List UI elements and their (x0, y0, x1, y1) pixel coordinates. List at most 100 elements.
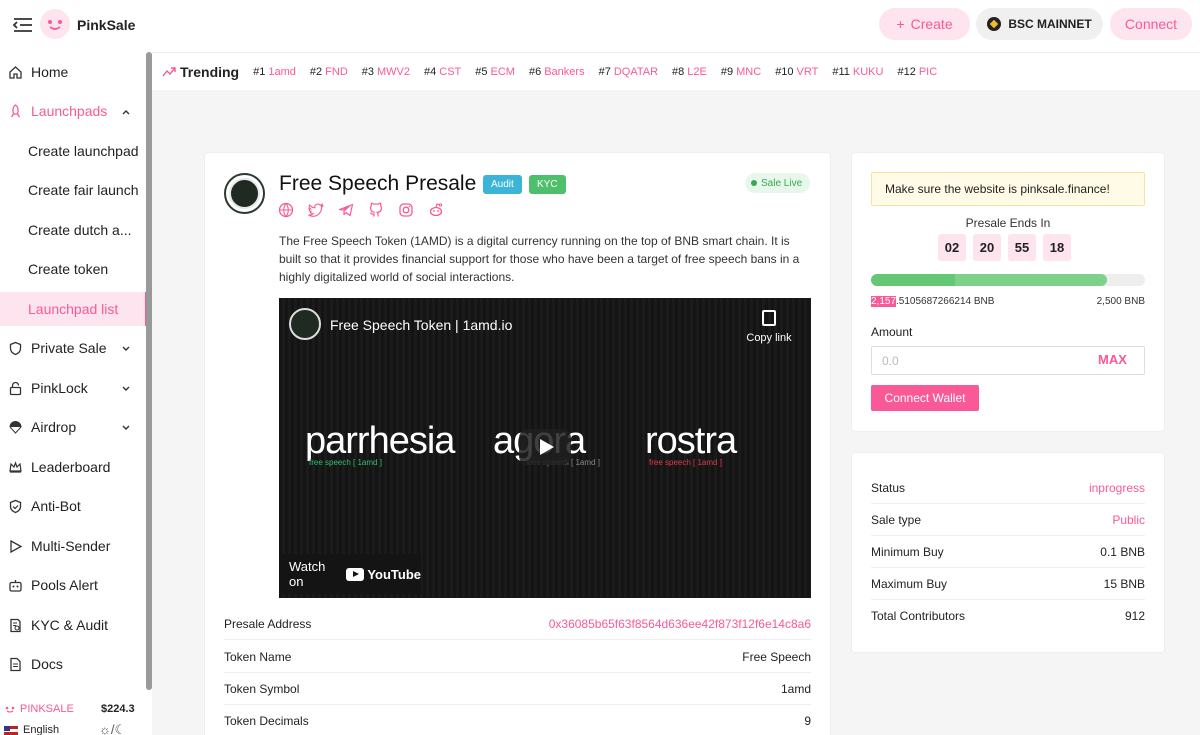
trending-bar: Trending #1 1amd #2 FND #3 MWV2 #4 CST #5 ECM… (152, 52, 1200, 90)
sidebar-item-create-launchpad[interactable]: Create launchpad (0, 134, 146, 168)
chevron-down-icon (120, 382, 132, 394)
telegram-icon[interactable] (338, 202, 354, 218)
countdown-seconds: 18 (1043, 234, 1071, 261)
sidebar-item-label: Airdrop (31, 419, 77, 435)
sun-icon: ☼ (99, 722, 111, 735)
network-selector-button[interactable]: BSC MAINNET (976, 8, 1103, 40)
stat-row-total-contributors: Total Contributors 912 (871, 600, 1145, 632)
sidebar-item-private-sale[interactable]: Private Sale (0, 331, 146, 365)
sidebar-item-pools-alert[interactable]: Pools Alert (0, 568, 146, 602)
status-badge: Sale Live (745, 173, 811, 193)
sidebar-item-pinklock[interactable]: PinkLock (0, 371, 146, 405)
document-check-icon (8, 618, 23, 633)
watch-on-youtube-button[interactable]: Watch on YouTube (279, 554, 421, 594)
sidebar-item-label: KYC & Audit (31, 617, 109, 633)
sidebar-item-kyc-audit[interactable]: KYC & Audit (0, 608, 146, 642)
menu-toggle-icon[interactable] (12, 14, 34, 36)
send-icon (8, 539, 23, 554)
presale-address-link[interactable]: 0x36085b65f63f8564d636ee42f873f12f6e14c8… (549, 617, 811, 631)
stat-row-minimum-buy: Minimum Buy 0.1 BNB (871, 536, 1145, 568)
trending-item[interactable]: #4 CST (424, 66, 461, 78)
create-button[interactable]: + Create (879, 8, 970, 40)
project-logo-icon (229, 178, 260, 209)
document-icon (8, 657, 23, 672)
language-label: English (23, 724, 60, 735)
trending-item[interactable]: #10 VRT (775, 66, 818, 78)
create-button-label: Create (910, 16, 953, 32)
parrhesia-logo: parrhesia (305, 420, 455, 462)
play-button[interactable] (519, 429, 571, 465)
pinksale-token-link[interactable]: PINKSALE (4, 703, 74, 715)
project-avatar (224, 173, 265, 214)
info-value: Free Speech (742, 649, 811, 664)
channel-avatar[interactable] (289, 308, 321, 340)
github-icon[interactable] (368, 202, 384, 218)
sidebar-scrollbar[interactable] (146, 52, 152, 690)
sidebar-item-multi-sender[interactable]: Multi-Sender (0, 529, 146, 563)
trending-item[interactable]: #6 Bankers (529, 66, 585, 78)
youtube-logo: YouTube (346, 567, 421, 582)
trending-item[interactable]: #11 KUKU (832, 66, 883, 78)
youtube-icon (346, 567, 365, 581)
max-button[interactable]: MAX (1098, 352, 1127, 367)
network-label: BSC MAINNET (1008, 17, 1092, 31)
stat-value: 912 (1124, 609, 1145, 623)
sidebar-item-label: Launchpads (31, 103, 108, 119)
pinksale-logo-icon[interactable] (40, 9, 70, 39)
stat-row-status: Status inprogress (871, 472, 1145, 504)
twitter-icon[interactable] (308, 202, 324, 218)
stat-label: Maximum Buy (871, 576, 948, 591)
trending-item[interactable]: #8 L2E (672, 66, 707, 78)
stat-label: Status (871, 480, 906, 495)
info-label: Token Decimals (224, 713, 309, 728)
reddit-icon[interactable] (428, 202, 444, 218)
sidebar-item-label: Home (31, 64, 69, 80)
project-description: The Free Speech Token (1AMD) is a digita… (279, 234, 800, 284)
sidebar-item-label: Multi-Sender (31, 538, 111, 554)
trending-item[interactable]: #1 1amd (253, 66, 296, 78)
language-selector[interactable]: English (4, 724, 59, 735)
theme-toggle[interactable]: ☼/☾ (99, 722, 126, 735)
sidebar-item-launchpads[interactable]: Launchpads (0, 94, 146, 128)
sidebar-item-label: Leaderboard (31, 459, 111, 475)
trending-item[interactable]: #3 MWV2 (362, 66, 410, 78)
sidebar-item-create-dutch-auction[interactable]: Create dutch a... (0, 213, 146, 247)
kyc-badge[interactable]: KYC (529, 175, 566, 194)
instagram-icon[interactable] (398, 202, 414, 218)
trending-item[interactable]: #5 ECM (475, 66, 515, 78)
warning-banner: Make sure the website is pinksale.financ… (871, 172, 1145, 206)
info-row-token-symbol: Token Symbol 1amd (224, 673, 811, 705)
sidebar-item-label: Launchpad list (28, 301, 119, 317)
trending-item[interactable]: #12 PIC (897, 66, 937, 78)
stat-label: Total Contributors (871, 609, 966, 623)
amount-label: Amount (871, 325, 913, 339)
sidebar-item-launchpad-list[interactable]: Launchpad list (0, 292, 148, 326)
youtube-video-embed[interactable]: Free Speech Token | 1amd.io Copy link pa… (279, 298, 811, 598)
sidebar-item-anti-bot[interactable]: Anti-Bot (0, 489, 146, 523)
info-value: 9 (804, 713, 811, 728)
connect-wallet-button[interactable]: Connect Wallet (871, 385, 979, 411)
audit-badge[interactable]: Audit (483, 175, 522, 194)
video-title[interactable]: Free Speech Token | 1amd.io (330, 317, 512, 333)
token-name: PINKSALE (20, 703, 74, 715)
connect-button[interactable]: Connect (1110, 8, 1192, 40)
parachute-icon (8, 420, 23, 435)
globe-icon[interactable] (278, 202, 294, 218)
sidebar-item-docs[interactable]: Docs (0, 647, 146, 681)
sidebar-item-home[interactable]: Home (0, 55, 146, 89)
trending-item[interactable]: #9 MNC (721, 66, 761, 78)
trending-item[interactable]: #2 FND (310, 66, 348, 78)
plus-icon: + (896, 16, 905, 32)
crown-icon (8, 460, 23, 475)
sidebar-item-create-token[interactable]: Create token (0, 252, 146, 286)
sidebar-item-label: Create fair launch (28, 182, 139, 198)
stat-row-sale-type: Sale type Public (871, 504, 1145, 536)
info-row-presale-address: Presale Address 0x36085b65f63f8564d636ee… (224, 608, 811, 640)
info-row-token-name: Token Name Free Speech (224, 641, 811, 673)
stat-label: Sale type (871, 512, 922, 527)
copy-link-button[interactable]: Copy link (744, 310, 794, 344)
sidebar-item-airdrop[interactable]: Airdrop (0, 410, 146, 444)
trending-item[interactable]: #7 DQATAR (599, 66, 658, 78)
sidebar-item-create-fair-launch[interactable]: Create fair launch (0, 173, 146, 207)
sidebar-item-leaderboard[interactable]: Leaderboard (0, 450, 146, 484)
